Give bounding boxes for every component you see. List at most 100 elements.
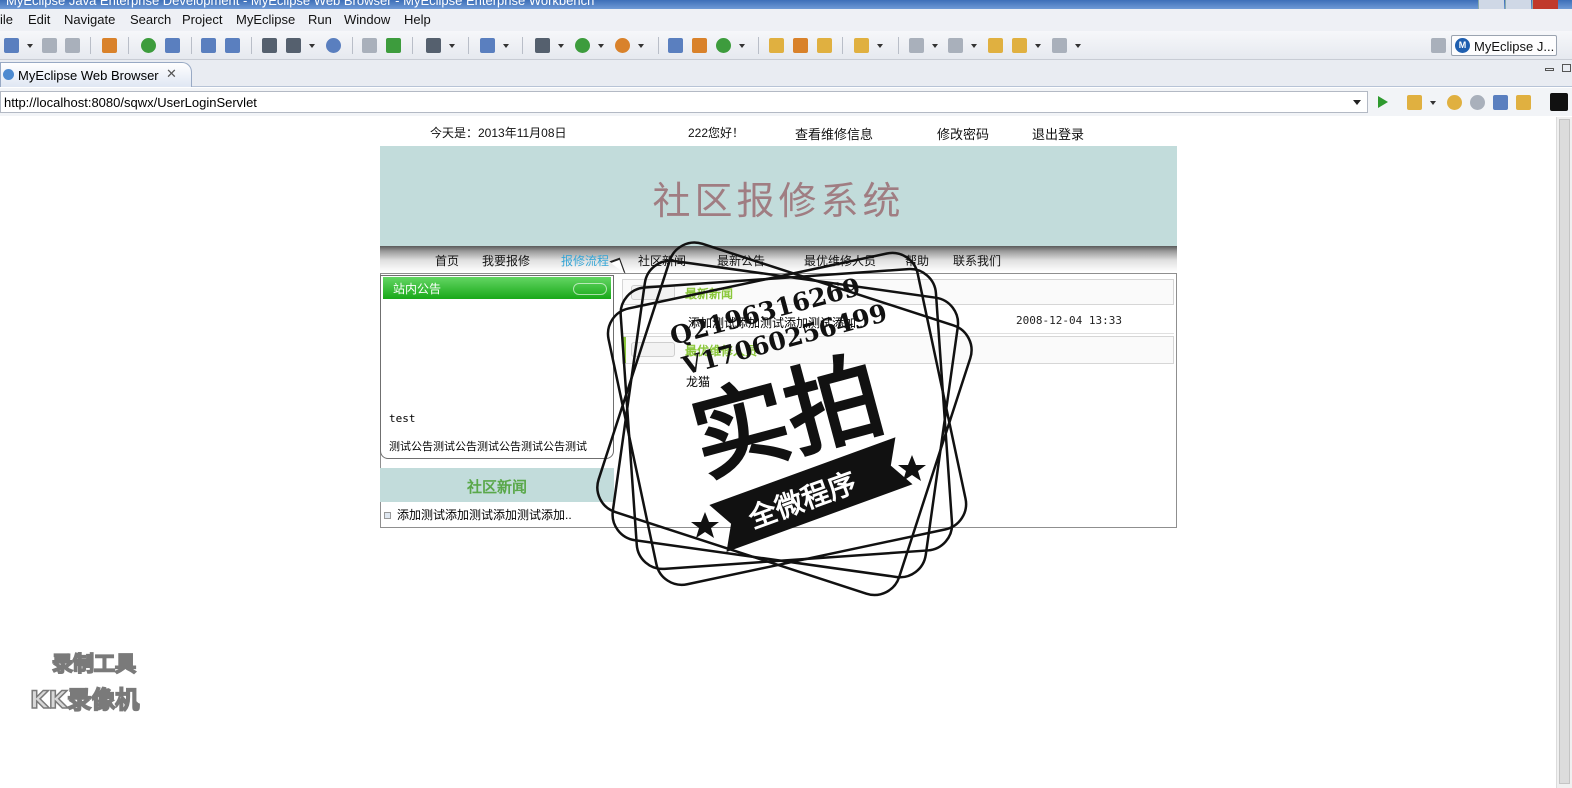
server-manager-icon[interactable] <box>262 38 277 53</box>
new-icon[interactable] <box>4 38 19 53</box>
browser-refresh-icon[interactable] <box>1516 95 1531 110</box>
url-input[interactable]: http://localhost:8080/sqwx/UserLoginServ… <box>0 91 1368 113</box>
run-icon[interactable] <box>575 38 590 53</box>
prev-annotation-icon[interactable] <box>948 38 963 53</box>
globe-icon[interactable] <box>326 38 341 53</box>
run-dropdown-icon[interactable] <box>598 44 604 48</box>
debug-server-icon[interactable] <box>141 38 156 53</box>
nav-latest-notice[interactable]: 最新公告 <box>717 252 765 269</box>
browser-stop-icon[interactable] <box>1493 95 1508 110</box>
menu-myeclipse[interactable]: MyEclipse <box>236 12 295 27</box>
maximize-view-icon[interactable] <box>1562 64 1571 72</box>
nav-contact[interactable]: 联系我们 <box>953 252 1001 269</box>
change-password-link[interactable]: 修改密码 <box>937 124 989 143</box>
save-icon[interactable] <box>42 38 57 53</box>
nav-best-staff[interactable]: 最优维修人员 <box>804 252 876 269</box>
toolbar-separator <box>128 37 129 54</box>
new-package-icon[interactable] <box>692 38 707 53</box>
open-task-icon[interactable] <box>793 38 808 53</box>
next-annotation-dropdown-icon[interactable] <box>932 44 938 48</box>
forward-icon[interactable] <box>1052 38 1067 53</box>
community-news-item-text: 添加测试添加测试添加测试添加.. <box>397 508 572 522</box>
notice-header-label: 站内公告 <box>393 282 442 296</box>
new-dropdown-icon[interactable] <box>27 44 33 48</box>
maximize-window-button[interactable] <box>1505 0 1531 9</box>
site-notice-panel: 站内公告 test 测试公告测试公告测试公告测试公告测试 <box>380 275 614 459</box>
new-server-icon[interactable] <box>480 38 495 53</box>
divider <box>622 333 1174 334</box>
myeclipse-perspective-button[interactable]: M MyEclipse J... <box>1451 35 1557 56</box>
favorites-icon[interactable] <box>1407 95 1422 110</box>
new-server-dropdown-icon[interactable] <box>503 44 509 48</box>
browser-back-icon[interactable] <box>1447 95 1462 110</box>
recorder-watermark: 录制工具 KK录像机 <box>29 648 170 715</box>
community-news-item[interactable]: 添加测试添加测试添加测试添加.. <box>384 506 572 523</box>
open-perspective-button-icon[interactable] <box>1431 38 1446 53</box>
menu-edit[interactable]: Edit <box>28 12 50 27</box>
nav-community-news[interactable]: 社区新闻 <box>638 252 686 269</box>
favorites-dropdown-icon[interactable] <box>1430 101 1436 105</box>
view-repairs-link[interactable]: 查看维修信息 <box>795 124 873 143</box>
nav-repair-process[interactable]: 报修流程 <box>561 252 609 269</box>
close-tab-icon[interactable]: ✕ <box>166 66 177 82</box>
close-window-button[interactable] <box>1532 0 1558 9</box>
open-type-icon[interactable] <box>362 38 377 53</box>
page-scrollbar[interactable] <box>1556 117 1572 788</box>
add-icon[interactable] <box>386 38 401 53</box>
toolbar-separator <box>468 37 469 54</box>
minimize-view-icon[interactable] <box>1545 68 1554 71</box>
tab-myeclipse-web-browser[interactable]: MyEclipse Web Browser ✕ <box>0 62 192 87</box>
browser-forward-icon[interactable] <box>1470 95 1485 110</box>
open-resource-icon[interactable] <box>817 38 832 53</box>
back-dropdown-icon[interactable] <box>1035 44 1041 48</box>
print-icon[interactable] <box>65 38 80 53</box>
forward-dropdown-icon[interactable] <box>1075 44 1081 48</box>
menu-file[interactable]: ile <box>0 12 13 27</box>
logout-link[interactable]: 退出登录 <box>1032 124 1084 143</box>
new-class-dropdown-icon[interactable] <box>739 44 745 48</box>
run-server-icon[interactable] <box>286 38 301 53</box>
menu-help[interactable]: Help <box>404 12 431 27</box>
last-edit-icon[interactable] <box>988 38 1003 53</box>
debug-dropdown-icon[interactable] <box>558 44 564 48</box>
community-news-title: 社区新闻 <box>466 479 527 496</box>
server-icon[interactable] <box>165 38 180 53</box>
screenshot-dropdown-icon[interactable] <box>449 44 455 48</box>
scrollbar-thumb[interactable] <box>1559 119 1570 784</box>
notice-item[interactable]: 测试公告测试公告测试公告测试公告测试 <box>389 438 607 452</box>
next-annotation-icon[interactable] <box>909 38 924 53</box>
run-server-dropdown-icon[interactable] <box>309 44 315 48</box>
menu-project[interactable]: Project <box>182 12 222 27</box>
package-icon[interactable] <box>102 38 117 53</box>
new-java-project-icon[interactable] <box>668 38 683 53</box>
latest-news-item-link[interactable]: 添加测试添加测试添加测试添加.. <box>688 314 863 331</box>
back-icon[interactable] <box>1012 38 1027 53</box>
browser-view-icon[interactable] <box>1550 93 1568 111</box>
nav-home[interactable]: 首页 <box>435 252 459 269</box>
external-tools-dropdown-icon[interactable] <box>638 44 644 48</box>
open-perspective-icon[interactable] <box>854 38 869 53</box>
prev-annotation-dropdown-icon[interactable] <box>971 44 977 48</box>
url-history-dropdown-icon[interactable] <box>1353 100 1361 105</box>
menu-window[interactable]: Window <box>344 12 390 27</box>
redeploy-icon[interactable] <box>225 38 240 53</box>
screenshot-icon[interactable] <box>426 38 441 53</box>
deploy-icon[interactable] <box>201 38 216 53</box>
external-tools-icon[interactable] <box>615 38 630 53</box>
nav-report-repair[interactable]: 我要报修 <box>482 252 530 269</box>
site-banner: 社区报修系统 <box>380 146 1177 246</box>
notice-item[interactable]: test <box>389 412 416 425</box>
menu-navigate[interactable]: Navigate <box>64 12 115 27</box>
minimize-window-button[interactable] <box>1478 0 1504 9</box>
menu-search[interactable]: Search <box>130 12 171 27</box>
open-perspective-dropdown-icon[interactable] <box>877 44 883 48</box>
best-staff-name[interactable]: 龙猫 <box>686 373 710 390</box>
nav-help[interactable]: 帮助 <box>905 252 929 269</box>
current-date: 今天是：2013年11月08日 <box>430 126 567 140</box>
debug-icon[interactable] <box>535 38 550 53</box>
go-icon[interactable] <box>1378 96 1388 108</box>
new-class-icon[interactable] <box>716 38 731 53</box>
menu-run[interactable]: Run <box>308 12 332 27</box>
open-folder-icon[interactable] <box>769 38 784 53</box>
latest-news-item-date: 2008-12-04 13:33 <box>1016 314 1122 327</box>
